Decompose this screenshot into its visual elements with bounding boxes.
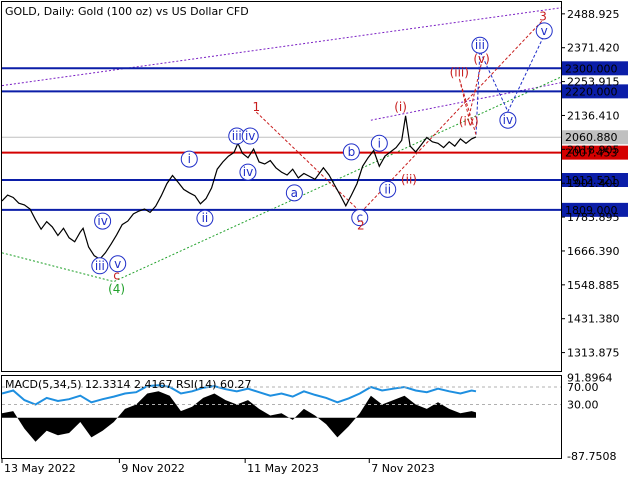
wave-label-text: (ii) (401, 172, 417, 186)
indicator-header: MACD(5,34,5) 12.3314 2.4167 RSI(14) 60.2… (5, 378, 251, 391)
wave-label-14: 2 (357, 218, 365, 232)
wave-label-text: ii (384, 182, 391, 196)
wave-label-9: iv (239, 163, 257, 181)
indicator-tick-label: -87.7508 (567, 450, 616, 463)
wave-label-11: a (285, 184, 303, 202)
wave-label-text: iii (232, 129, 242, 143)
chart-background (0, 0, 640, 480)
resistance-2300-price-label: 2300.000 (565, 62, 618, 75)
wave-label-20: (iv) (459, 115, 479, 129)
wave-label-24: 3 (539, 9, 547, 23)
wave-label-21: (v) (473, 52, 489, 66)
price-tick-label: 2371.420 (567, 42, 620, 55)
indicator-tick-label: 30.00 (567, 399, 599, 412)
wave-label-text: iv (245, 129, 255, 143)
date-tick-label: 9 Nov 2022 (121, 462, 184, 475)
chart-header: GOLD, Daily: Gold (100 oz) vs US Dollar … (5, 5, 249, 18)
price-tick-label: 2136.410 (567, 109, 620, 122)
price-tick-label: 1431.380 (567, 313, 620, 326)
date-tick-label: 13 May 2022 (4, 462, 76, 475)
wave-label-text: 1 (253, 100, 261, 114)
wave-label-0: iii (91, 257, 109, 275)
wave-label-text: ii (202, 211, 209, 225)
price-tick-label: 1313.875 (567, 347, 620, 360)
wave-label-text: (iii) (450, 66, 469, 80)
wave-label-15: i (370, 134, 388, 152)
wave-label-text: iv (97, 214, 107, 228)
trading-chart-window: 2300.000 2220.000 2060.880 2007.453 1912.521… (0, 0, 640, 480)
wave-label-text: (v) (473, 52, 489, 66)
price-tick-label: 2018.905 (567, 143, 620, 156)
wave-label-17: (i) (394, 100, 407, 114)
wave-label-text: i (188, 152, 191, 166)
wave-label-text: a (291, 186, 298, 200)
gold-daily-chart: 2300.0002220.0002060.8802007.4531912.521… (0, 0, 640, 480)
price-tick-label: 1548.885 (567, 279, 620, 292)
wave-label-text: (4) (108, 282, 125, 296)
wave-label-text: iii (475, 38, 485, 52)
wave-label-18: (ii) (401, 172, 417, 186)
wave-label-text: iii (95, 259, 105, 273)
wave-label-5: i (180, 150, 198, 168)
wave-label-text: i (378, 136, 381, 150)
wave-label-text: c (113, 268, 120, 282)
wave-label-23: iv (499, 111, 517, 129)
wave-label-10: 1 (253, 100, 261, 114)
wave-label-12: b (342, 143, 360, 161)
wave-label-22: iii (471, 36, 489, 54)
price-tick-label: 2488.925 (567, 8, 620, 21)
wave-label-text: 3 (539, 9, 547, 23)
price-tick-label: 2253.915 (567, 76, 620, 89)
wave-label-1: iv (94, 212, 112, 230)
wave-label-text: iv (503, 113, 513, 127)
wave-label-25: v (535, 22, 553, 40)
wave-label-text: (i) (394, 100, 407, 114)
indicator-tick-label: 70.00 (567, 381, 599, 394)
price-tick-label: 1666.390 (567, 245, 620, 258)
wave-label-8: iv (241, 127, 259, 145)
wave-label-19: (iii) (450, 66, 469, 80)
price-tick-label: 1783.895 (567, 211, 620, 224)
wave-label-text: (iv) (459, 115, 479, 129)
wave-label-text: 2 (357, 218, 365, 232)
wave-label-4: (4) (108, 282, 125, 296)
price-tick-label: 1901.400 (567, 177, 620, 190)
date-tick-label: 7 Nov 2023 (371, 462, 434, 475)
wave-label-3: c (113, 268, 120, 282)
wave-label-text: v (541, 24, 548, 38)
wave-label-6: ii (196, 209, 214, 227)
date-tick-label: 11 May 2023 (247, 462, 319, 475)
wave-label-text: b (348, 145, 356, 159)
wave-label-16: ii (379, 180, 397, 198)
wave-label-text: iv (243, 165, 253, 179)
current-price-price-label: 2060.880 (565, 131, 618, 144)
